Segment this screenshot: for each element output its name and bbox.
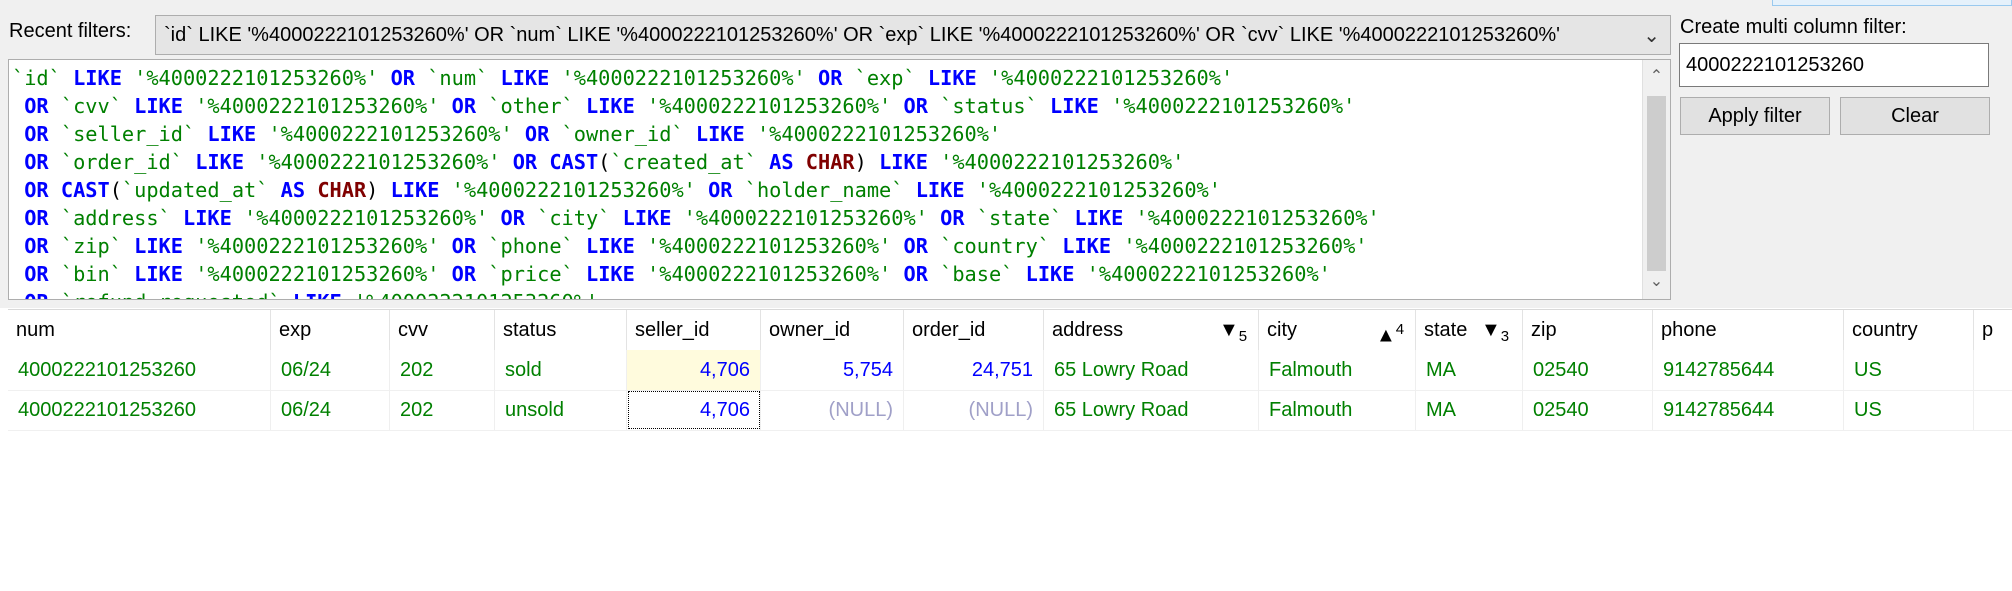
cell-num[interactable]: 4000222101253260 (8, 390, 271, 430)
cell-country[interactable]: US (1844, 350, 1974, 390)
scroll-down-icon[interactable]: ⌄ (1643, 269, 1670, 295)
sort-order-number: 5 (1238, 328, 1248, 345)
column-header-label: state (1424, 319, 1468, 341)
cell-seller_id[interactable]: 4,706 (627, 350, 761, 390)
multi-column-filter-label: Create multi column filter: (1680, 16, 1907, 38)
column-header-label: zip (1531, 319, 1557, 341)
scroll-up-icon[interactable]: ⌃ (1643, 64, 1670, 90)
column-header-owner_id[interactable]: owner_id (761, 310, 904, 350)
column-header-label: country (1852, 319, 1918, 341)
cell-owner_id[interactable]: 5,754 (761, 350, 904, 390)
column-header-label: address (1052, 319, 1124, 341)
sort-ascending-icon[interactable]: ▲4 (1376, 310, 1404, 356)
apply-filter-button[interactable]: Apply filter (1680, 97, 1830, 135)
cell-address[interactable]: 65 Lowry Road (1044, 390, 1259, 430)
sql-line: OR `refund_requested` LIKE '%40002221012… (12, 288, 1380, 299)
column-header-phone[interactable]: phone (1653, 310, 1844, 350)
recent-filters-dropdown[interactable]: `id` LIKE '%4000222101253260%' OR `num` … (155, 15, 1671, 55)
multi-column-filter-input[interactable] (1679, 43, 1989, 87)
column-header-label: owner_id (769, 319, 851, 341)
editor-scrollbar[interactable]: ⌃ ⌄ (1642, 60, 1670, 299)
column-header-label: num (16, 319, 55, 341)
column-header-label: cvv (398, 319, 428, 341)
column-header-zip[interactable]: zip (1523, 310, 1653, 350)
column-header-label: phone (1661, 319, 1717, 341)
cell-cvv[interactable]: 202 (390, 390, 495, 430)
cell-order_id[interactable]: 24,751 (904, 350, 1044, 390)
sql-line: OR `seller_id` LIKE '%4000222101253260%'… (24, 122, 1002, 146)
cell-cvv[interactable]: 202 (390, 350, 495, 390)
cell-status[interactable]: unsold (495, 390, 627, 430)
sql-line: OR `zip` LIKE '%4000222101253260%' OR `p… (24, 234, 1368, 258)
chevron-down-icon[interactable]: ⌄ (1643, 23, 1660, 48)
cell-city[interactable]: Falmouth (1259, 350, 1416, 390)
cell-zip[interactable]: 02540 (1523, 350, 1653, 390)
column-header-label: p (1982, 319, 1994, 341)
column-header-label: status (503, 319, 557, 341)
cell-order_id[interactable]: (NULL) (904, 390, 1044, 430)
toolbar-button-edge[interactable] (1772, 0, 2012, 6)
clear-button[interactable]: Clear (1840, 97, 1990, 135)
column-header-exp[interactable]: exp (271, 310, 390, 350)
cell-state[interactable]: MA (1416, 350, 1523, 390)
sort-order-number: 3 (1500, 328, 1510, 345)
sql-line: OR `cvv` LIKE '%4000222101253260%' OR `o… (24, 94, 1356, 118)
column-header-status[interactable]: status (495, 310, 627, 350)
sql-line: `id` LIKE '%4000222101253260%' OR `num` … (12, 66, 1234, 90)
cell-country[interactable]: US (1844, 390, 1974, 430)
column-header-country[interactable]: country (1844, 310, 1974, 350)
cell-num[interactable]: 4000222101253260 (8, 350, 271, 390)
cell-exp[interactable]: 06/24 (271, 350, 390, 390)
table-row[interactable]: 4000222101253260 06/24 202 sold 4,706 5,754 24… (8, 350, 2012, 391)
column-header-label: order_id (912, 319, 986, 341)
top-strip (0, 0, 2012, 8)
recent-filters-label: Recent filters: (9, 20, 132, 42)
cell-seller_id[interactable]: 4,706 (627, 390, 761, 430)
sql-text: `id` LIKE '%4000222101253260%' OR `num` … (12, 64, 1380, 299)
cell-phone[interactable]: 9142785644 (1653, 390, 1844, 430)
cell-phone[interactable]: 9142785644 (1653, 350, 1844, 390)
recent-filters-value: `id` LIKE '%4000222101253260%' OR `num` … (164, 24, 1560, 46)
cell-address[interactable]: 65 Lowry Road (1044, 350, 1259, 390)
column-header-label: seller_id (635, 319, 710, 341)
sort-order-number: 4 (1395, 321, 1405, 338)
cell-state[interactable]: MA (1416, 390, 1523, 430)
column-header-label: exp (279, 319, 312, 341)
column-header-label: city (1267, 319, 1297, 341)
column-header-cvv[interactable]: cvv (390, 310, 495, 350)
sql-line: OR `order_id` LIKE '%4000222101253260%' … (24, 150, 1185, 174)
cell-zip[interactable]: 02540 (1523, 390, 1653, 430)
cell-status[interactable]: sold (495, 350, 627, 390)
cell-city[interactable]: Falmouth (1259, 390, 1416, 430)
column-header-num[interactable]: num (8, 310, 271, 350)
cell-exp[interactable]: 06/24 (271, 390, 390, 430)
sql-line: OR CAST(`updated_at` AS CHAR) LIKE '%400… (24, 178, 1221, 202)
column-header-seller_id[interactable]: seller_id (627, 310, 761, 350)
column-header-p[interactable]: p (1974, 310, 2012, 350)
cell-owner_id[interactable]: (NULL) (761, 390, 904, 430)
column-header-order_id[interactable]: order_id (904, 310, 1044, 350)
table-row[interactable]: 4000222101253260 06/24 202 unsold 4,706 (NULL… (8, 390, 2012, 431)
scrollbar-thumb[interactable] (1647, 96, 1666, 271)
filter-sql-editor[interactable]: `id` LIKE '%4000222101253260%' OR `num` … (8, 59, 1671, 300)
sql-line: OR `bin` LIKE '%4000222101253260%' OR `p… (24, 262, 1331, 286)
results-grid[interactable]: num exp cvv status seller_id owner_id order_id… (8, 309, 2012, 591)
sql-line: OR `address` LIKE '%4000222101253260%' O… (24, 206, 1380, 230)
